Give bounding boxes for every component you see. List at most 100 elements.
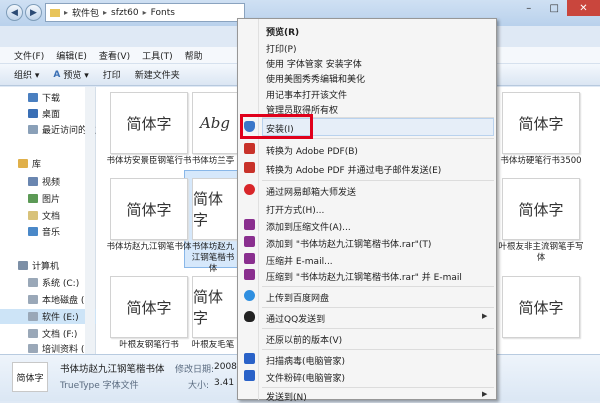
sidebar-item-label: 桌面 bbox=[42, 110, 61, 120]
details-thumbnail: 简体字 bbox=[12, 362, 48, 392]
font-preview-tile[interactable]: Abg bbox=[192, 92, 238, 154]
font-preview-tile[interactable]: 简体字 bbox=[110, 276, 188, 338]
preview-button[interactable]: A 预览 ▾ bbox=[53, 68, 89, 82]
winrar-icon bbox=[244, 253, 255, 264]
computer-icon bbox=[18, 261, 28, 270]
font-preview-tile[interactable]: 简体字 bbox=[502, 92, 580, 154]
mail-master-icon bbox=[244, 184, 255, 195]
font-preview-tile[interactable]: 简体字 bbox=[502, 178, 580, 240]
winrar-icon bbox=[244, 236, 255, 247]
menu-item-restore-versions[interactable]: 还原以前的版本(V) bbox=[266, 333, 342, 346]
back-button[interactable]: ◀ bbox=[6, 4, 23, 21]
breadcrumb-separator-icon: ▸ bbox=[142, 8, 147, 17]
pc-manager-icon bbox=[244, 370, 255, 381]
address-bar[interactable]: ▸ 软件包 ▸ sfzt60 ▸ Fonts bbox=[45, 3, 245, 22]
menu-edit[interactable]: 编辑(E) bbox=[56, 49, 87, 62]
font-preview-tile[interactable]: 简体字 bbox=[110, 92, 188, 154]
print-button[interactable]: 打印 bbox=[103, 68, 121, 81]
organize-button[interactable]: 组织 ▾ bbox=[14, 68, 39, 81]
font-preview-icon: A bbox=[53, 69, 61, 80]
menu-item-open-notepad[interactable]: 用记事本打开该文件 bbox=[266, 88, 347, 101]
menu-item-font-manager-install[interactable]: 使用 字体管家 安装字体 bbox=[266, 57, 362, 70]
pdf-icon bbox=[244, 162, 255, 173]
file-name[interactable]: 书体坊赵九江钢笔书体 bbox=[106, 242, 192, 253]
file-name[interactable]: 书体坊安景臣钢笔行书 bbox=[106, 156, 192, 167]
menu-tools[interactable]: 工具(T) bbox=[142, 49, 173, 62]
menu-separator bbox=[262, 328, 494, 329]
sidebar-item-label: 视频 bbox=[42, 178, 61, 188]
library-icon bbox=[18, 159, 28, 168]
font-preview-tile[interactable]: 简体字 bbox=[502, 276, 580, 338]
breadcrumb-item[interactable]: 软件包 bbox=[72, 6, 99, 19]
baidu-cloud-icon bbox=[244, 290, 255, 301]
sidebar-scrollbar[interactable] bbox=[85, 87, 95, 354]
window-controls: – □ ✕ bbox=[516, 0, 600, 16]
menu-item-send-to[interactable]: 发送到(N) bbox=[266, 390, 307, 403]
font-preview-tile[interactable]: 简体字 bbox=[192, 276, 238, 338]
menu-item-preview[interactable]: 预览(R) bbox=[266, 25, 299, 38]
menu-item-open-with[interactable]: 打开方式(H)... bbox=[266, 203, 324, 216]
sidebar-item-label: 软件 (E:) bbox=[42, 313, 79, 323]
file-name[interactable]: 叶根友非主流钢笔手写体 bbox=[498, 242, 584, 264]
file-name[interactable]: 书体坊硬笔行书3500 bbox=[498, 156, 584, 167]
close-icon[interactable]: ✕ bbox=[566, 0, 600, 16]
menu-item-print[interactable]: 打印(P) bbox=[266, 42, 296, 55]
menu-item-compress-email[interactable]: 压缩并 E-mail... bbox=[266, 254, 333, 267]
music-icon bbox=[28, 227, 38, 236]
menu-item-convert-pdf[interactable]: 转换为 Adobe PDF(B) bbox=[266, 144, 358, 157]
menu-separator bbox=[262, 349, 494, 350]
menu-item-meitu-edit[interactable]: 使用美图秀秀编辑和美化 bbox=[266, 72, 365, 85]
menu-item-scan-virus[interactable]: 扫描病毒(电脑管家) bbox=[266, 354, 345, 367]
menu-separator bbox=[262, 387, 494, 388]
highlight-annotation-box bbox=[240, 114, 313, 139]
menu-view[interactable]: 查看(V) bbox=[99, 49, 130, 62]
qq-icon bbox=[244, 311, 255, 322]
menu-item-convert-pdf-email[interactable]: 转换为 Adobe PDF 并通过电子邮件发送(E) bbox=[266, 163, 441, 176]
drive-icon bbox=[28, 329, 38, 338]
menu-icon-gutter bbox=[258, 19, 259, 400]
menu-separator bbox=[262, 180, 494, 181]
drive-icon bbox=[28, 278, 38, 287]
folder-icon bbox=[50, 8, 60, 17]
sidebar-item-label: 计算机 bbox=[32, 262, 60, 272]
navigation-pane: 下载 桌面 最近访问的位置 库 视频 图片 文档 音乐 计算机 系统 (C:) … bbox=[0, 87, 123, 355]
video-icon bbox=[28, 177, 38, 186]
file-name-selected[interactable]: 书体坊赵九江钢笔楷书体 bbox=[188, 242, 238, 275]
sidebar-item-label: 文档 bbox=[42, 212, 61, 222]
submenu-arrow-icon: ▶ bbox=[482, 312, 488, 320]
menu-help[interactable]: 帮助 bbox=[185, 49, 203, 62]
winrar-icon bbox=[244, 269, 255, 280]
picture-icon bbox=[28, 194, 38, 203]
maximize-icon[interactable]: □ bbox=[541, 0, 566, 16]
forward-button[interactable]: ▶ bbox=[25, 4, 42, 21]
details-size-label: 大小: bbox=[188, 381, 210, 391]
breadcrumb-item[interactable]: sfzt60 bbox=[111, 8, 139, 18]
new-folder-button[interactable]: 新建文件夹 bbox=[135, 68, 180, 81]
menu-item-add-rar[interactable]: 添加到 "书体坊赵九江钢笔楷书体.rar"(T) bbox=[266, 237, 431, 250]
drive-icon bbox=[28, 312, 38, 321]
menu-file[interactable]: 文件(F) bbox=[14, 49, 44, 62]
breadcrumb-item[interactable]: Fonts bbox=[151, 8, 175, 18]
submenu-arrow-icon: ▶ bbox=[482, 390, 488, 398]
desktop-icon bbox=[28, 109, 38, 118]
sidebar-item-label: 文档 (F:) bbox=[42, 330, 78, 340]
font-preview-tile[interactable]: 简体字 bbox=[192, 178, 238, 240]
menu-item-baidu-upload[interactable]: 上传到百度网盘 bbox=[266, 291, 329, 304]
preview-label: 预览 ▾ bbox=[63, 71, 89, 81]
sidebar-item-label: 下载 bbox=[42, 94, 61, 104]
breadcrumb-separator-icon: ▸ bbox=[64, 8, 69, 17]
menu-separator bbox=[262, 307, 494, 308]
file-name[interactable]: 叶根友钢笔行书 bbox=[106, 340, 192, 352]
downloads-icon bbox=[28, 93, 38, 102]
minimize-icon[interactable]: – bbox=[516, 0, 541, 16]
font-preview-tile[interactable]: 简体字 bbox=[110, 178, 188, 240]
menu-item-send-qq[interactable]: 通过QQ发送到 bbox=[266, 312, 325, 325]
menu-item-add-archive[interactable]: 添加到压缩文件(A)... bbox=[266, 220, 351, 233]
sidebar-item-label: 图片 bbox=[42, 195, 61, 205]
menu-item-netease-mail[interactable]: 通过网易邮箱大师发送 bbox=[266, 185, 356, 198]
sidebar-item-label: 本地磁盘 ( bbox=[42, 296, 85, 306]
menu-item-file-shred[interactable]: 文件粉碎(电脑管家) bbox=[266, 371, 345, 384]
file-name[interactable]: 书体坊兰亭 bbox=[188, 156, 238, 167]
file-name[interactable]: 叶根友毛笔 bbox=[188, 340, 238, 352]
menu-item-compress-rar-email[interactable]: 压缩到 "书体坊赵九江钢笔楷书体.rar" 并 E-mail bbox=[266, 270, 462, 283]
